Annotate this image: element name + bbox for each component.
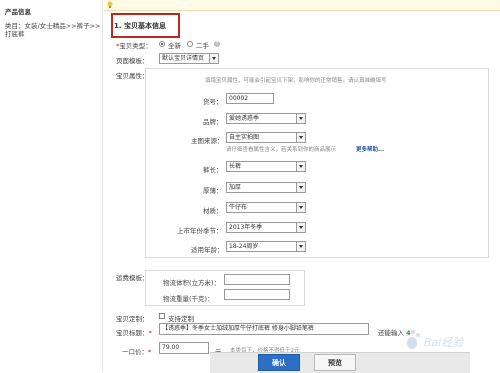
chevron-down-icon: [296, 223, 305, 232]
left-panel: 产品信息 类目：女装/女士精品>>裤子>> 打底裤: [0, 0, 100, 372]
item-type-used-radio[interactable]: [187, 41, 193, 47]
volume-input[interactable]: [224, 274, 290, 285]
pants-length-select[interactable]: 长裤: [226, 161, 306, 172]
customize-checkbox-label: 支持定制: [168, 315, 194, 323]
brand-label: 品牌：: [203, 118, 223, 126]
item-type-new-radio[interactable]: [159, 41, 165, 47]
title-input[interactable]: 【诱惑季】冬季女士加绒加厚牛仔打底裤 修身小脚铅笔裤: [159, 323, 369, 335]
customize-label: 宝贝定制：: [116, 315, 149, 323]
page-template-value: 默认宝贝详情页: [162, 55, 205, 62]
item-type-used-label: 二手: [196, 42, 209, 50]
season-value: 2013年冬季: [229, 224, 263, 231]
chevron-down-icon: [296, 133, 305, 142]
title-label: 宝贝标题：*: [116, 329, 152, 337]
chevron-down-icon: [296, 183, 305, 192]
brand-select[interactable]: 爱她诱惑季: [226, 113, 306, 124]
help-icon[interactable]: ?: [214, 41, 220, 47]
paw-icon: Bai经验: [406, 330, 465, 349]
page-template-select[interactable]: 默认宝贝详情页: [159, 53, 219, 64]
customize-checkbox[interactable]: [159, 313, 165, 319]
price-input[interactable]: 79.00: [159, 342, 209, 354]
category-leaf: 打底裤: [5, 30, 25, 38]
material-value: 牛仔布: [229, 204, 248, 211]
more-help-link[interactable]: 更多帮助...: [356, 145, 384, 153]
chevron-down-icon: [296, 162, 305, 171]
panel-divider: [102, 0, 103, 372]
item-no-input[interactable]: 00002: [226, 93, 274, 104]
material-select[interactable]: 牛仔布: [226, 202, 306, 213]
attributes-label: 宝贝属性：: [116, 72, 149, 80]
age-value: 18-24周岁: [229, 243, 259, 250]
notice-bar: [104, 0, 500, 11]
item-type-label: *宝贝类型：: [116, 42, 152, 50]
weight-input[interactable]: [224, 289, 290, 300]
brand-source-hint: 请仔细查看属性含义，若关系到你的商品展示: [226, 147, 337, 153]
thickness-label: 厚薄：: [203, 187, 223, 195]
brand-source-value: 自主实拍图: [229, 134, 260, 141]
age-select[interactable]: 18-24周岁: [226, 241, 306, 252]
lightbulb-icon: [107, 1, 113, 8]
thickness-select[interactable]: 加厚: [226, 182, 306, 193]
chevron-down-icon: [296, 114, 305, 123]
age-label: 适用年龄：: [191, 246, 224, 254]
pants-length-label: 裤长：: [203, 166, 223, 174]
section-title: 1. 宝贝基本信息: [114, 22, 166, 30]
pants-length-value: 长裤: [229, 163, 242, 170]
watermark-logo: Bai经验: [402, 328, 492, 354]
preview-button[interactable]: 预览: [314, 354, 356, 371]
left-heading: 产品信息: [5, 8, 31, 16]
brand-value: 爱她诱惑季: [229, 115, 260, 122]
brand-source-select[interactable]: 自主实拍图: [226, 132, 306, 143]
chevron-down-icon: [296, 242, 305, 251]
thickness-value: 加厚: [229, 184, 242, 191]
confirm-button[interactable]: 确认: [258, 354, 300, 371]
season-label: 上市年份季节：: [177, 227, 223, 235]
shipping-label: 运费模板：: [116, 274, 149, 282]
svg-text:Bai经验: Bai经验: [424, 336, 465, 349]
season-select[interactable]: 2013年冬季: [226, 222, 306, 233]
attributes-hint: 填错宝贝属性，可能会引起宝贝下架，影响你的正常销售。请认真准确填写: [205, 78, 387, 84]
item-no-label: 货号：: [203, 98, 223, 106]
price-label: 一口价：*: [122, 348, 152, 356]
chevron-down-icon: [209, 54, 218, 63]
brand-source-label: 主图来源：: [191, 137, 224, 145]
chevron-down-icon: [296, 203, 305, 212]
material-label: 材质：: [203, 207, 223, 215]
page-template-label: 页面模板：: [116, 57, 149, 65]
weight-label: 物流重量(千克)：: [163, 295, 214, 303]
item-type-new-label: 全新: [168, 42, 181, 50]
volume-label: 物流体积(立方米)：: [163, 279, 221, 287]
